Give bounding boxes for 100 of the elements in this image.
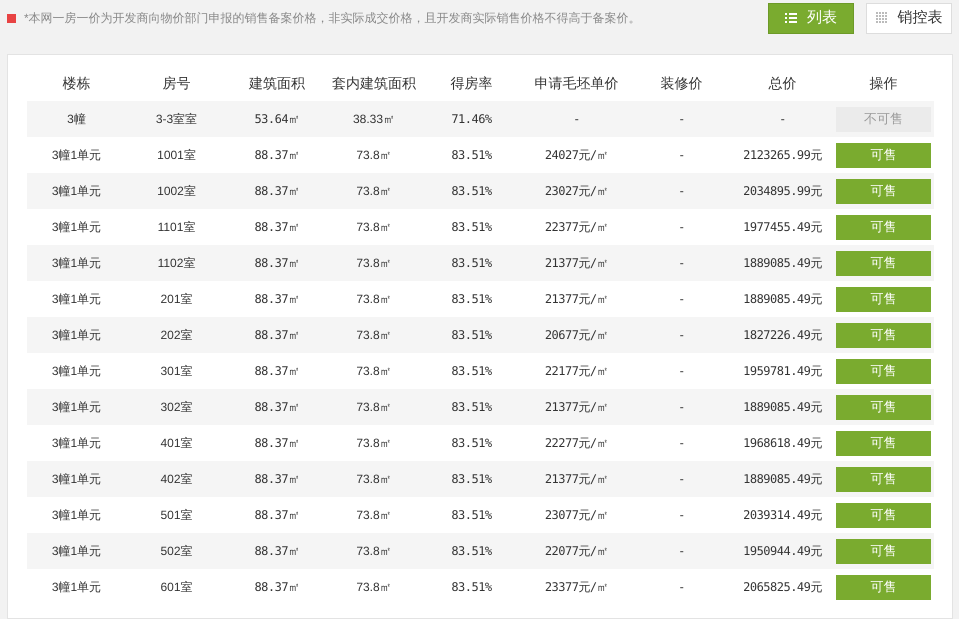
table-cell-text: 88.37㎡: [253, 435, 301, 452]
table-cell-text: 73.8㎡: [355, 399, 393, 416]
table-cell-text: 1001室: [156, 147, 197, 164]
view-tab[interactable]: 销控表: [866, 2, 952, 34]
table-cell-text: 23077元/㎡: [544, 507, 610, 524]
table-cell-text: -: [572, 111, 581, 128]
available-button[interactable]: 可售: [836, 214, 931, 240]
table-cell-text: 1889085.49元: [742, 255, 823, 272]
table-cell-text: 1889085.49元: [742, 399, 823, 416]
table-cell-text: 1102室: [156, 255, 196, 272]
table-cell-text: 3幢1单元: [50, 543, 102, 560]
table-cell-text: 3幢1单元: [50, 255, 102, 272]
available-button[interactable]: 可售: [836, 466, 931, 492]
table-cell-text: 83.51%: [450, 507, 493, 524]
table-cell-text: 301室: [159, 363, 194, 380]
table-cell-text: 88.37㎡: [253, 291, 301, 308]
table-cell-text: 3幢1单元: [50, 471, 102, 488]
table-cell-text: -: [778, 111, 787, 128]
table-cell-text: 83.51%: [450, 579, 493, 596]
table-cell-text: 73.8㎡: [355, 219, 393, 236]
available-button[interactable]: 可售: [836, 538, 931, 564]
table-cell-text: 88.37㎡: [253, 507, 301, 524]
table-cell-text: 73.8㎡: [355, 291, 393, 308]
table-cell-text: 88.37㎡: [253, 219, 301, 236]
available-button[interactable]: 可售: [836, 574, 931, 600]
table-cell-text: 22177元/㎡: [544, 363, 610, 380]
table-cell-text: 22277元/㎡: [544, 435, 610, 452]
table-cell-text: 83.51%: [450, 291, 493, 308]
table-cell-text: 88.37㎡: [253, 471, 301, 488]
table-cell-text: 1968618.49元: [742, 435, 823, 452]
table-cell-text: 38.33㎡: [352, 111, 396, 128]
available-button[interactable]: 可售: [836, 286, 931, 312]
available-button[interactable]: 可售: [836, 358, 931, 384]
table-cell-text: 3幢1单元: [50, 363, 102, 380]
table-cell-text: 2039314.49元: [742, 507, 823, 524]
table-cell-text: -: [677, 255, 686, 272]
column-header: 建筑面积: [248, 74, 306, 92]
table-cell-text: 88.37㎡: [253, 147, 301, 164]
table-cell-text: 88.37㎡: [253, 399, 301, 416]
view-tab[interactable]: 列表: [768, 2, 854, 34]
table-cell-text: 1002室: [156, 183, 197, 200]
table-cell-text: 22077元/㎡: [544, 543, 610, 560]
table-cell-text: -: [677, 291, 686, 308]
table-cell-text: 73.8㎡: [355, 255, 393, 272]
table-cell-text: 83.51%: [450, 255, 493, 272]
table-cell-text: 3-3室室: [154, 111, 198, 128]
table-cell-text: 88.37㎡: [253, 255, 301, 272]
table-cell-text: 73.8㎡: [355, 327, 393, 344]
table-cell-text: 201室: [159, 291, 194, 308]
table-cell-text: 1101室: [156, 219, 196, 236]
available-button[interactable]: 可售: [836, 430, 931, 456]
table-cell-text: 1889085.49元: [742, 291, 823, 308]
column-header: 操作: [868, 74, 898, 92]
table-cell-text: 88.37㎡: [253, 183, 301, 200]
table-cell-text: -: [677, 147, 686, 164]
available-button[interactable]: 可售: [836, 178, 931, 204]
table-cell-text: 73.8㎡: [355, 543, 393, 560]
table-cell-text: 3幢1单元: [50, 579, 102, 596]
column-header: 得房率: [450, 74, 494, 92]
table-cell-text: 23027元/㎡: [544, 183, 610, 200]
table-cell-text: 24027元/㎡: [544, 147, 610, 164]
table-cell-text: -: [677, 471, 686, 488]
available-button[interactable]: 可售: [836, 142, 931, 168]
table-cell-text: 3幢1单元: [50, 147, 102, 164]
table-cell-text: 88.37㎡: [253, 363, 301, 380]
column-header: 套内建筑面积: [331, 74, 417, 92]
table-cell-text: 83.51%: [450, 543, 493, 560]
table-cell-text: 83.51%: [450, 363, 493, 380]
table-cell-text: 73.8㎡: [355, 435, 393, 452]
available-button[interactable]: 可售: [836, 250, 931, 276]
table-cell-text: 71.46%: [450, 111, 493, 128]
table-cell-text: 2123265.99元: [742, 147, 823, 164]
table-cell-text: -: [677, 111, 686, 128]
table-cell-text: 83.51%: [450, 219, 493, 236]
table-cell-text: 601室: [159, 579, 194, 596]
column-header: 装修价: [660, 74, 704, 92]
table-cell-text: 88.37㎡: [253, 579, 301, 596]
column-header: 申请毛坯单价: [534, 74, 620, 92]
table-cell-text: 3幢1单元: [50, 399, 102, 416]
available-button[interactable]: 可售: [836, 322, 931, 348]
table-cell-text: -: [677, 183, 686, 200]
table-cell-text: 83.51%: [450, 399, 493, 416]
table-cell-text: 402室: [159, 471, 194, 488]
table-cell-text: 83.51%: [450, 327, 493, 344]
table-cell-text: 83.51%: [450, 183, 493, 200]
table-cell-text: 73.8㎡: [355, 507, 393, 524]
table-cell-text: 302室: [159, 399, 194, 416]
column-header: 房号: [162, 74, 192, 92]
available-button[interactable]: 可售: [836, 394, 931, 420]
table-cell-text: -: [677, 435, 686, 452]
available-button[interactable]: 可售: [836, 502, 931, 528]
table-cell-text: 88.37㎡: [253, 543, 301, 560]
unavailable-button[interactable]: 不可售: [836, 106, 931, 132]
table-cell-text: 202室: [159, 327, 194, 344]
table-cell-text: 83.51%: [450, 147, 493, 164]
table-cell-text: 501室: [159, 507, 194, 524]
table-cell-text: 1977455.49元: [742, 219, 823, 236]
table-cell-text: -: [677, 327, 686, 344]
list-icon: [785, 13, 797, 23]
notice-marker: [7, 14, 16, 22]
